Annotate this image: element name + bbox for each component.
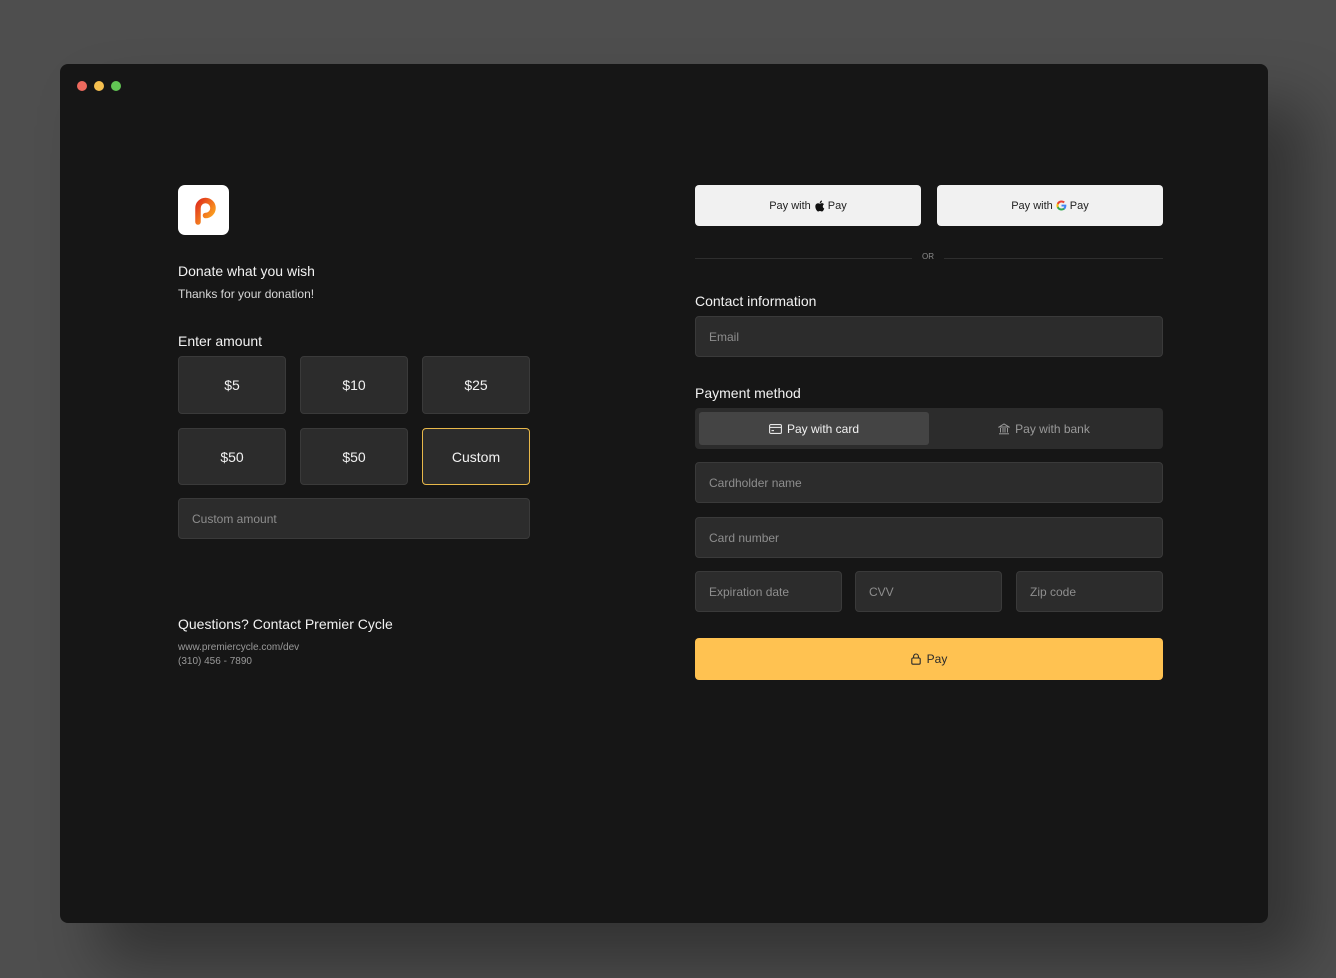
maximize-window-button[interactable] bbox=[111, 81, 121, 91]
google-pay-prefix: Pay with bbox=[1011, 199, 1053, 212]
bank-icon bbox=[998, 422, 1011, 434]
pay-button[interactable]: Pay bbox=[695, 638, 1163, 680]
cardholder-name-field[interactable] bbox=[695, 462, 1163, 503]
card-number-field[interactable] bbox=[695, 517, 1163, 558]
credit-card-icon bbox=[769, 423, 782, 434]
expiration-date-field[interactable] bbox=[695, 571, 842, 612]
brand-logo bbox=[178, 185, 229, 235]
zip-code-field[interactable] bbox=[1016, 571, 1163, 612]
amount-button-5[interactable]: $5 bbox=[178, 356, 286, 414]
apple-pay-button[interactable]: Pay with Pay bbox=[695, 185, 921, 226]
questions-heading: Questions? Contact Premier Cycle bbox=[178, 616, 393, 632]
contact-website: www.premiercycle.com/dev bbox=[178, 642, 300, 653]
lock-icon bbox=[910, 653, 921, 665]
google-pay-button[interactable]: Pay with Pay bbox=[937, 185, 1163, 226]
google-icon bbox=[1056, 200, 1067, 211]
divider-or: OR bbox=[922, 252, 934, 261]
apple-icon bbox=[815, 200, 825, 211]
payment-method-tabs: Pay with card Pay with bank bbox=[695, 408, 1163, 449]
tab-pay-with-card-label: Pay with card bbox=[786, 421, 860, 436]
page-title: Donate what you wish bbox=[178, 263, 315, 279]
close-window-button[interactable] bbox=[77, 81, 87, 91]
amount-options: $5 $10 $25 $50 $50 Custom bbox=[178, 356, 530, 485]
page-subtitle: Thanks for your donation! bbox=[178, 287, 315, 301]
email-field[interactable] bbox=[695, 316, 1163, 357]
tab-pay-with-bank-label: Pay with bank bbox=[1015, 421, 1090, 436]
apple-pay-prefix: Pay with bbox=[769, 199, 811, 212]
apple-pay-suffix: Pay bbox=[827, 199, 847, 212]
payment-method-heading: Payment method bbox=[695, 385, 801, 401]
amount-button-custom[interactable]: Custom bbox=[422, 428, 530, 485]
divider-line-right bbox=[944, 258, 1163, 259]
brand-logo-icon bbox=[194, 197, 216, 225]
amount-label: Enter amount bbox=[178, 333, 263, 349]
amount-button-50[interactable]: $50 bbox=[178, 428, 286, 485]
minimize-window-button[interactable] bbox=[94, 81, 104, 91]
divider-line-left bbox=[695, 258, 912, 259]
browser-window: Donate what you wish Thanks for your don… bbox=[60, 64, 1268, 923]
amount-button-10[interactable]: $10 bbox=[300, 356, 408, 414]
custom-amount-input[interactable] bbox=[178, 498, 530, 539]
amount-button-25[interactable]: $25 bbox=[422, 356, 530, 414]
tab-pay-with-bank[interactable]: Pay with bank bbox=[929, 412, 1159, 445]
contact-information-heading: Contact information bbox=[695, 293, 817, 309]
pay-button-label: Pay bbox=[926, 652, 948, 666]
tab-pay-with-card[interactable]: Pay with card bbox=[699, 412, 929, 445]
contact-phone: (310) 456 - 7890 bbox=[178, 656, 252, 667]
google-pay-suffix: Pay bbox=[1069, 199, 1089, 212]
window-controls bbox=[77, 81, 121, 91]
amount-button-50-second[interactable]: $50 bbox=[300, 428, 408, 485]
cvv-field[interactable] bbox=[855, 571, 1002, 612]
